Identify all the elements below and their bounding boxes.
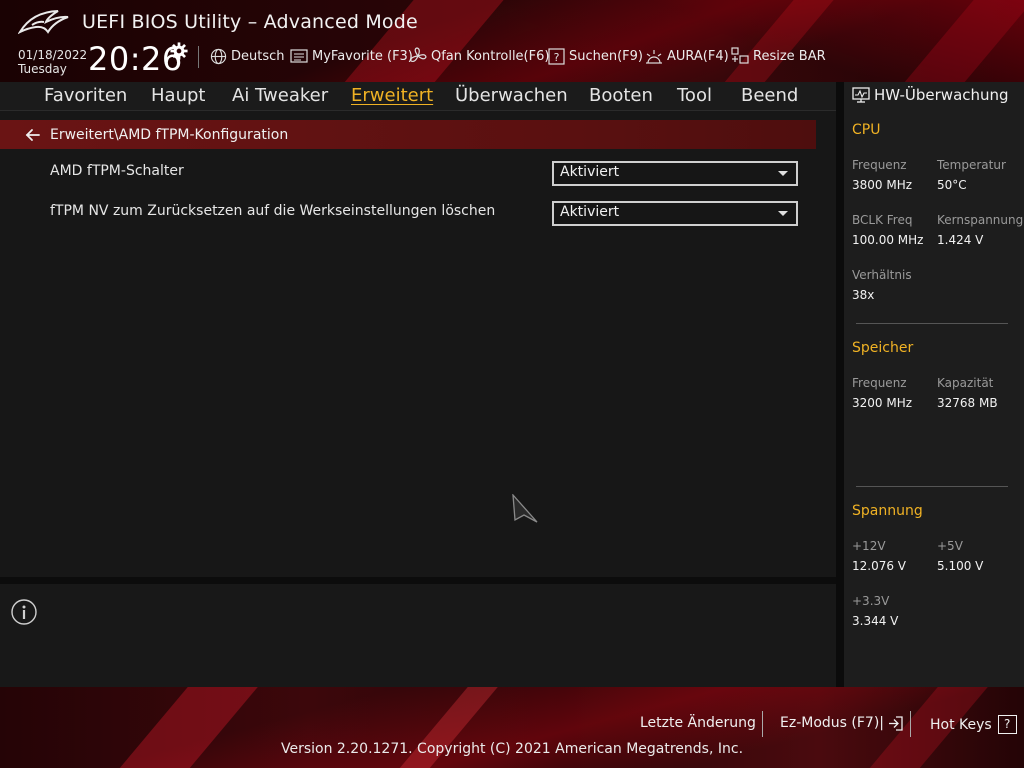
ratio-label: Verhältnis: [852, 268, 912, 282]
header-separator: [198, 46, 199, 68]
day-text: Tuesday: [18, 62, 67, 76]
cpu-temp-value: 50°C: [937, 178, 967, 192]
aura-label: AURA(F4): [667, 48, 729, 64]
tab-booten[interactable]: Booten: [589, 85, 653, 106]
dropdown-value: Aktiviert: [560, 164, 620, 180]
last-change-button[interactable]: Letzte Änderung: [640, 715, 756, 731]
settings-panel: Erweitert\AMD fTPM-Konfiguration AMD fTP…: [0, 111, 836, 577]
clock-time: 20:26: [88, 40, 183, 78]
hw-monitor-panel: HW-Überwachung CPU Frequenz Temperatur 3…: [844, 82, 1024, 687]
v5-value: 5.100 V: [937, 559, 984, 573]
vcore-value: 1.424 V: [937, 233, 984, 247]
gear-icon[interactable]: [170, 42, 188, 60]
setting-label-ftpm-switch: AMD fTPM-Schalter: [50, 163, 184, 179]
hot-keys-label: Hot Keys: [930, 716, 992, 733]
hw-divider: [856, 323, 1008, 324]
ratio-value: 38x: [852, 288, 875, 302]
breadcrumb: Erweitert\AMD fTPM-Konfiguration: [0, 120, 816, 149]
mem-freq-value: 3200 MHz: [852, 396, 913, 410]
svg-text:?: ?: [554, 51, 560, 64]
myfavorite-button[interactable]: MyFavorite (F3): [290, 46, 413, 66]
help-key-icon: ?: [997, 715, 1017, 734]
search-help-icon: ?: [548, 47, 565, 65]
bclk-value: 100.00 MHz: [852, 233, 924, 247]
app-title: UEFI BIOS Utility – Advanced Mode: [82, 11, 418, 33]
resize-bar-button[interactable]: Resize BAR: [731, 46, 826, 66]
v12-label: +12V: [852, 539, 886, 553]
rog-logo-icon: [18, 10, 69, 35]
ez-mode-label: Ez-Modus (F7)|: [780, 715, 884, 731]
tab-haupt[interactable]: Haupt: [151, 85, 205, 106]
search-label: Suchen(F9): [569, 48, 644, 64]
footer-separator: [762, 711, 763, 737]
hot-keys-button[interactable]: Hot Keys ?: [930, 715, 1017, 734]
breadcrumb-path: Erweitert\AMD fTPM-Konfiguration: [50, 126, 289, 143]
exit-arrow-icon: [889, 715, 903, 731]
qfan-button[interactable]: Qfan Kontrolle(F6): [409, 46, 549, 66]
mouse-cursor-icon: [512, 494, 538, 523]
ftpm-switch-dropdown[interactable]: Aktiviert: [552, 161, 798, 186]
chevron-down-icon: [778, 211, 788, 216]
hw-section-cpu: CPU: [852, 122, 881, 138]
header-bar: UEFI BIOS Utility – Advanced Mode 01/18/…: [0, 0, 1024, 82]
footer-bar: Letzte Änderung Ez-Modus (F7)| Hot Keys …: [0, 687, 1024, 768]
panel-divider: [0, 577, 836, 584]
header-decor-slash: [718, 0, 842, 82]
globe-icon: [210, 48, 227, 64]
aura-button[interactable]: AURA(F4): [645, 46, 729, 66]
resize-bar-label: Resize BAR: [753, 48, 826, 64]
myfavorite-label: MyFavorite (F3): [312, 48, 413, 64]
main-menu-bar: Favoriten Haupt Ai Tweaker Erweitert Übe…: [0, 82, 836, 111]
copyright-text: Version 2.20.1271. Copyright (C) 2021 Am…: [280, 741, 744, 757]
ez-mode-button[interactable]: Ez-Modus (F7)|: [780, 715, 904, 731]
search-button[interactable]: ? Suchen(F9): [548, 46, 643, 66]
bclk-label: BCLK Freq: [852, 213, 913, 227]
chevron-down-icon: [778, 171, 788, 176]
date-text: 01/18/2022: [18, 48, 88, 62]
tab-beend[interactable]: Beend: [741, 85, 798, 106]
cpu-freq-value: 3800 MHz: [852, 178, 913, 192]
dropdown-value: Aktiviert: [560, 204, 620, 220]
info-icon: [11, 599, 37, 625]
hw-section-voltage: Spannung: [852, 503, 923, 519]
v33-label: +3.3V: [852, 594, 890, 608]
monitor-icon: [852, 87, 870, 103]
language-label: Deutsch: [231, 48, 285, 64]
mem-cap-value: 32768 MB: [937, 396, 998, 410]
column-separator: [836, 82, 844, 687]
footer-separator: [910, 711, 911, 737]
hw-monitor-title: HW-Überwachung: [852, 86, 1009, 104]
back-arrow-icon[interactable]: [24, 126, 42, 144]
tab-tool[interactable]: Tool: [677, 85, 712, 106]
vcore-label: Kernspannung: [937, 213, 1024, 227]
aura-light-icon: [646, 49, 662, 64]
language-button[interactable]: Deutsch: [210, 46, 285, 66]
favorite-list-icon: [290, 49, 308, 63]
mem-freq-label: Frequenz: [852, 376, 907, 390]
cpu-freq-label: Frequenz: [852, 158, 907, 172]
ftpm-nv-reset-dropdown[interactable]: Aktiviert: [552, 201, 798, 226]
header-decor-slash: [898, 0, 1024, 82]
tab-favoriten[interactable]: Favoriten: [44, 85, 127, 106]
hw-monitor-title-text: HW-Überwachung: [874, 86, 1009, 104]
hw-section-memory: Speicher: [852, 340, 914, 356]
help-panel: [0, 584, 836, 687]
v33-value: 3.344 V: [852, 614, 899, 628]
v5-label: +5V: [937, 539, 963, 553]
tab-erweitert[interactable]: Erweitert: [351, 85, 433, 106]
hw-divider: [856, 486, 1008, 487]
tab-ai-tweaker[interactable]: Ai Tweaker: [232, 85, 328, 106]
v12-value: 12.076 V: [852, 559, 907, 573]
resize-bar-icon: [731, 47, 749, 64]
last-change-label: Letzte Änderung: [640, 715, 756, 731]
qfan-label: Qfan Kontrolle(F6): [431, 48, 550, 64]
mem-cap-label: Kapazität: [937, 376, 994, 390]
fan-icon: [410, 47, 427, 63]
tab-ueberwachen[interactable]: Überwachen: [455, 85, 568, 106]
setting-label-ftpm-nv-reset: fTPM NV zum Zurücksetzen auf die Werksei…: [50, 203, 496, 219]
cpu-temp-label: Temperatur: [937, 158, 1006, 172]
